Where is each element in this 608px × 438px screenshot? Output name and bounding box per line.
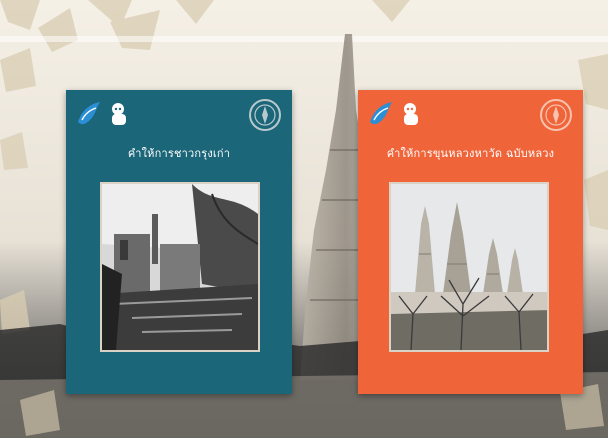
ruins-photo <box>100 182 260 352</box>
bird-logo-icon <box>78 102 100 125</box>
mascot-logo-icon <box>404 103 418 125</box>
seal-emblem-icon <box>249 99 281 131</box>
book-cover-khun-luang-ha-wat[interactable]: คำให้การขุนหลวงหาวัด ฉบับหลวง <box>358 90 583 394</box>
bird-logo-icon <box>370 102 392 125</box>
book-title: คำให้การชาวกรุงเก่า <box>127 147 231 160</box>
book-title: คำให้การขุนหลวงหาวัด ฉบับหลวง <box>386 147 555 160</box>
wat-chaiwatthanaram-image <box>391 184 547 350</box>
seal-emblem-icon <box>540 99 572 131</box>
temple-photo <box>389 182 549 352</box>
page: คำให้การชาวกรุงเก่า คำให้การขุนหลวงหาวัด… <box>0 0 608 438</box>
mascot-logo-icon <box>112 103 126 125</box>
ayutthaya-ruins-image <box>102 184 258 350</box>
book-cover-chao-krung-kao[interactable]: คำให้การชาวกรุงเก่า <box>66 90 292 394</box>
